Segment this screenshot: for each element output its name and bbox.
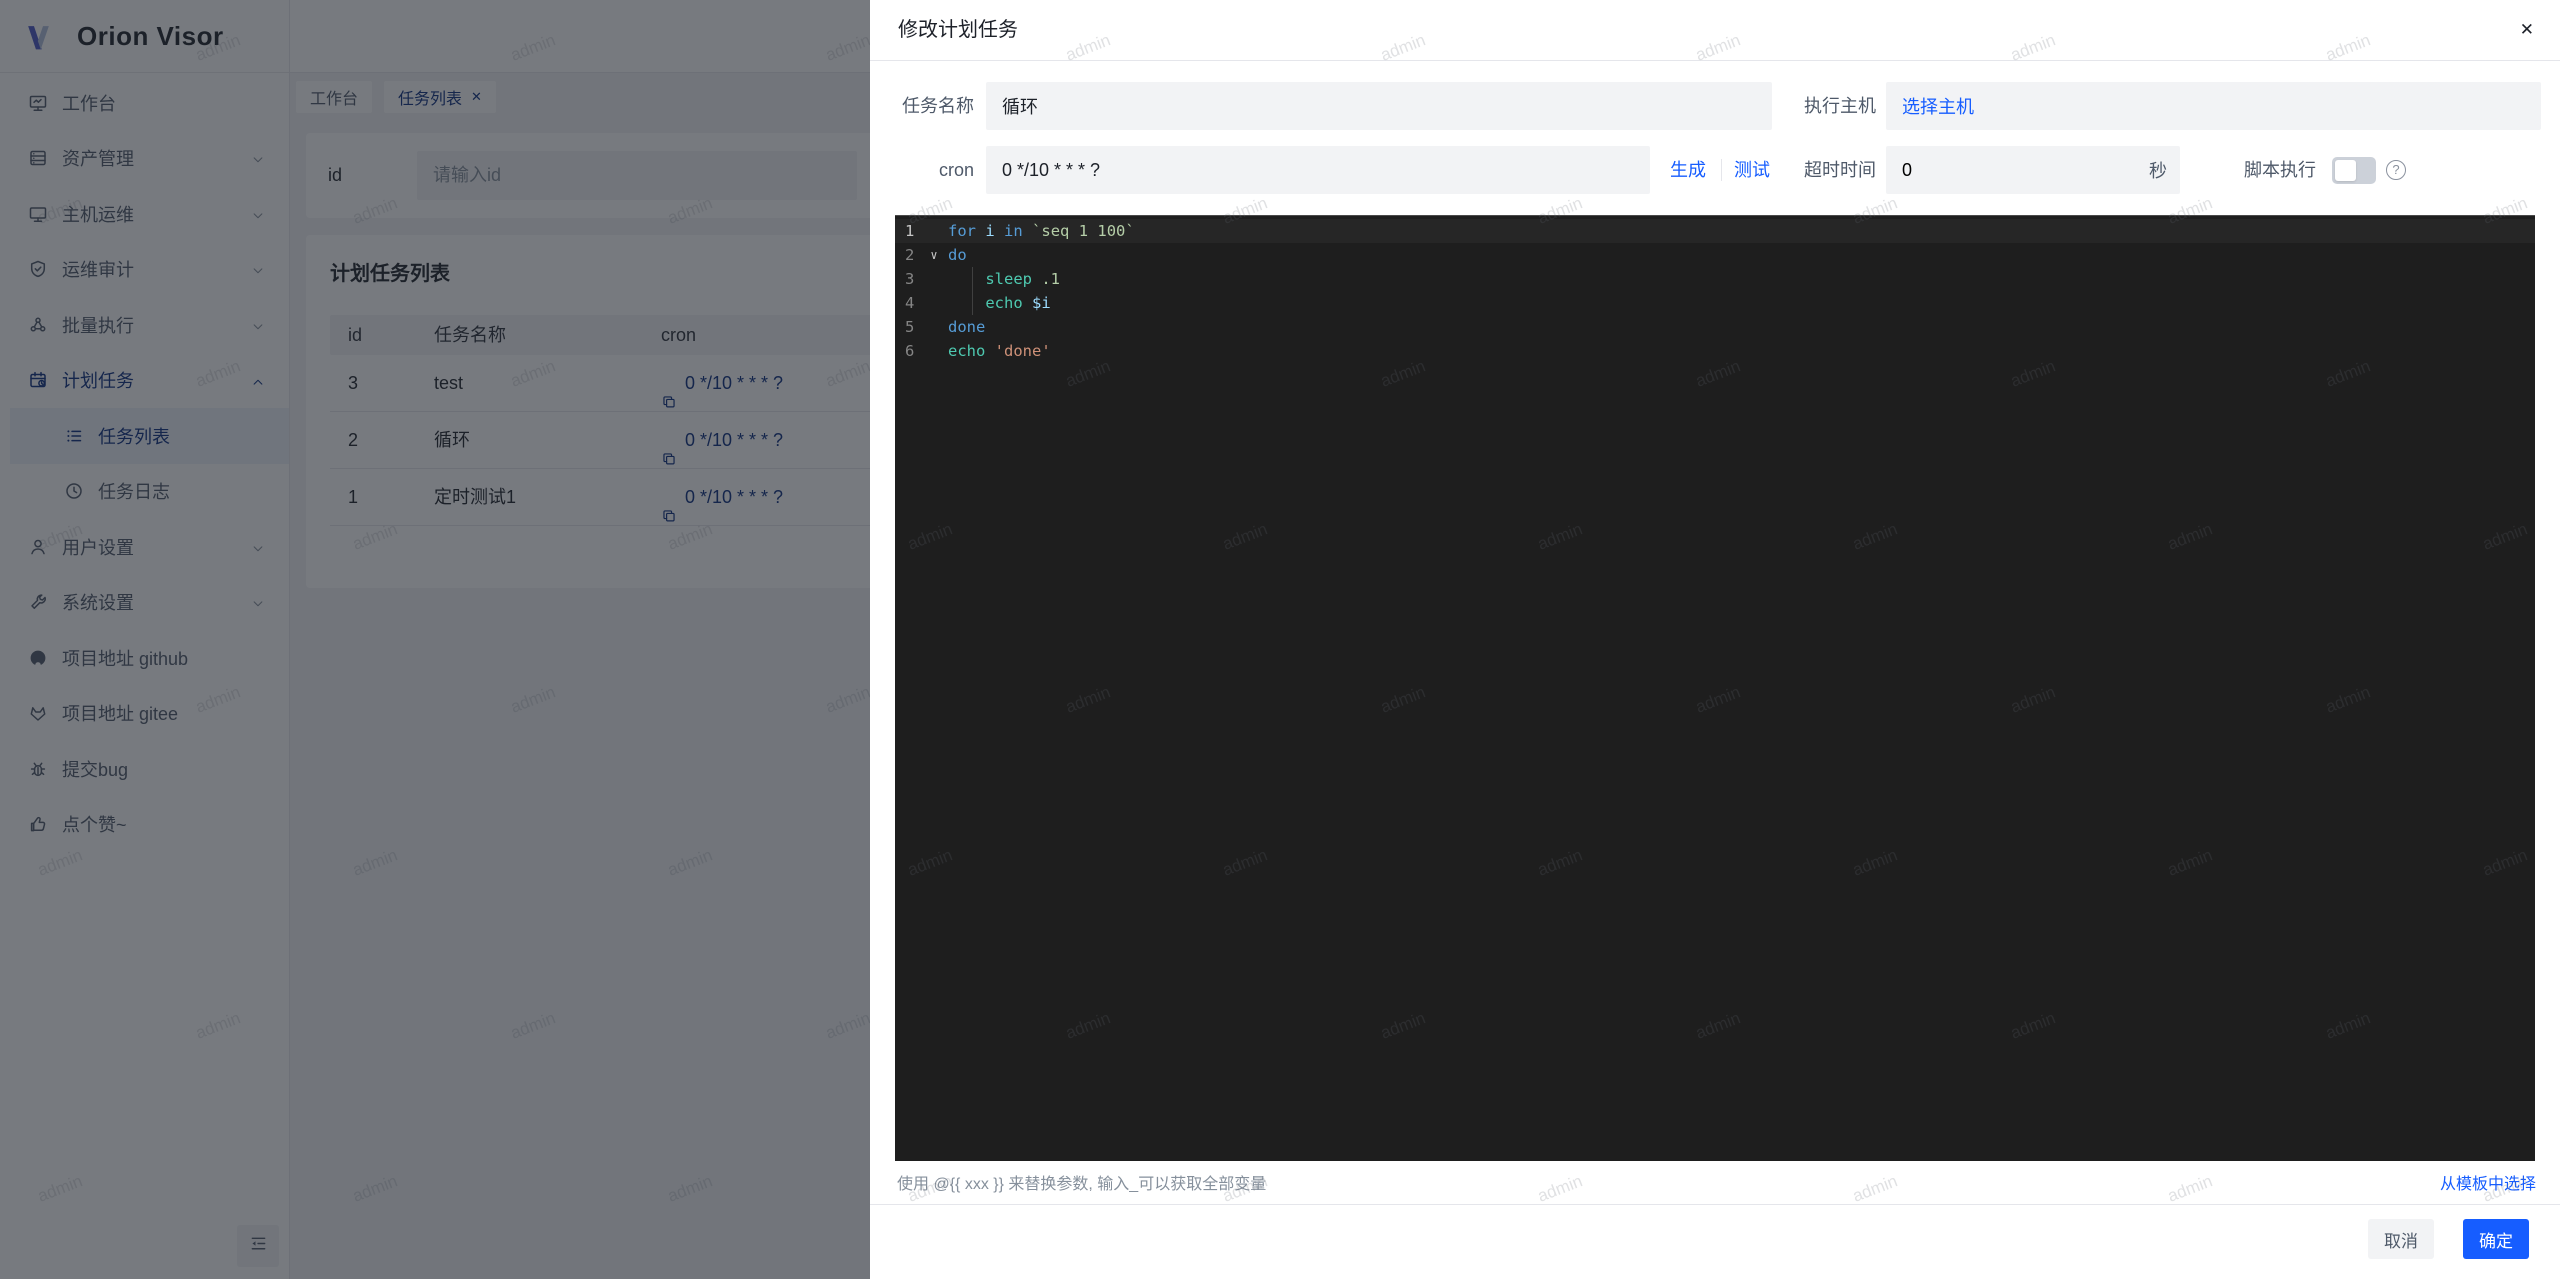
edit-task-drawer: 修改计划任务 ✕ 任务名称 执行主机 选择主机 cron 生成 测试 超时时间 …	[870, 0, 2560, 1279]
drawer-header: 修改计划任务 ✕	[870, 0, 2560, 61]
task-name-input[interactable]	[986, 82, 1772, 130]
select-from-template-link[interactable]: 从模板中选择	[2440, 1170, 2536, 1194]
code-token: $i	[1032, 294, 1051, 312]
code-token: sleep	[985, 270, 1032, 288]
code-token: for	[948, 222, 976, 240]
close-icon[interactable]: ✕	[2514, 0, 2540, 60]
line-number: 6	[905, 342, 915, 360]
code-token: i	[985, 222, 995, 240]
select-host-link[interactable]: 选择主机	[1902, 93, 1974, 119]
fold-gutter	[920, 339, 948, 363]
code-text: echo 'done'	[948, 339, 2535, 363]
code-line: 2 ∨ do	[895, 243, 2535, 267]
code-token: echo	[948, 342, 986, 360]
confirm-button[interactable]: 确定	[2463, 1219, 2529, 1259]
code-text: for i in `seq 1 100`	[948, 219, 2535, 243]
drawer-footer: 取消 确定	[870, 1204, 2560, 1279]
code-token: `seq 1 100`	[1032, 222, 1135, 240]
line-number: 3	[905, 270, 915, 288]
line-number: 5	[905, 318, 915, 336]
code-token: echo	[985, 294, 1023, 312]
watermark-text: admin	[2164, 1171, 2215, 1206]
help-question-icon[interactable]: ?	[2386, 160, 2406, 180]
cancel-button[interactable]: 取消	[2368, 1219, 2434, 1259]
cron-input[interactable]	[986, 146, 1650, 194]
fold-gutter	[920, 291, 948, 315]
script-exec-label: 脚本执行	[2244, 160, 2316, 180]
code-line: 3 sleep .1	[895, 267, 2535, 291]
code-token: do	[948, 246, 967, 264]
timeout-value: 0	[1902, 159, 1913, 180]
timeout-field[interactable]: 0 秒	[1886, 146, 2180, 194]
cron-label: cron	[938, 160, 974, 180]
drawer-title: 修改计划任务	[898, 19, 1018, 41]
code-line: 6 echo 'done'	[895, 339, 2535, 363]
exec-host-field: 选择主机	[1886, 82, 2541, 130]
cron-test-link[interactable]: 测试	[1734, 146, 1770, 194]
script-exec-toggle[interactable]	[2332, 157, 2376, 184]
cron-generate-link[interactable]: 生成	[1670, 146, 1706, 194]
fold-gutter	[920, 219, 948, 243]
code-text: done	[948, 315, 2535, 339]
editor-hint-text: 使用 @{{ xxx }} 来替换参数, 输入_可以获取全部变量	[897, 1176, 1267, 1193]
code-token: 'done'	[994, 342, 1051, 360]
task-name-label: 任务名称	[902, 96, 974, 116]
watermark-text: admin	[1534, 1171, 1585, 1206]
code-line: 1 for i in `seq 1 100`	[895, 219, 2535, 243]
code-text: sleep .1	[948, 267, 2535, 291]
code-line: 5 done	[895, 315, 2535, 339]
line-number: 4	[905, 294, 915, 312]
line-number: 2	[905, 246, 915, 264]
fold-gutter	[920, 315, 948, 339]
code-token: done	[948, 318, 986, 336]
line-number: 1	[905, 222, 915, 240]
timeout-unit: 秒	[2149, 161, 2167, 181]
link-divider	[1721, 159, 1722, 181]
code-line: 4 echo $i	[895, 291, 2535, 315]
shell-script-editor[interactable]: 1 for i in `seq 1 100` 2 ∨ do 3 sleep .1 4 ech…	[895, 215, 2535, 1161]
timeout-label: 超时时间	[1804, 160, 1876, 180]
fold-chevron-icon: ∨	[930, 248, 938, 262]
code-text: do	[948, 243, 2535, 267]
watermark-text: admin	[1849, 1171, 1900, 1206]
exec-host-label: 执行主机	[1804, 96, 1876, 116]
screen: Orion Visor 工作台资产管理主机运维运维审计批量执行计划任务任务列表任…	[0, 0, 2560, 1279]
fold-gutter	[920, 267, 948, 291]
code-token: in	[1004, 222, 1023, 240]
code-text: echo $i	[948, 291, 2535, 315]
code-token: .1	[1041, 270, 1061, 288]
